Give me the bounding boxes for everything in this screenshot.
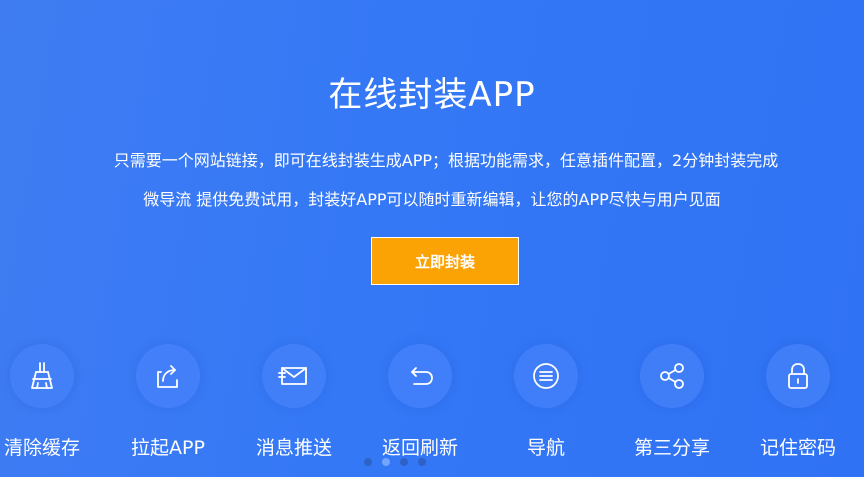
back-refresh-icon <box>388 344 452 408</box>
hero-description-line-1: 只需要一个网站链接，即可在线封装生成APP；根据功能需求，任意插件配置，2分钟封… <box>113 151 779 170</box>
carousel-dot[interactable] <box>418 458 426 466</box>
feature-share[interactable]: 第三分享 <box>612 340 732 460</box>
lock-icon <box>766 344 830 408</box>
feature-label: 消息推送 <box>255 437 332 459</box>
hero-description-line-2: 微导流 提供免费试用，封装好APP可以随时重新编辑，让您的APP尽快与用户见面 <box>143 190 721 209</box>
feature-navigation[interactable]: 导航 <box>486 340 606 460</box>
feature-label: 清除缓存 <box>3 437 80 459</box>
carousel-dot[interactable] <box>364 458 372 466</box>
page-title: 在线封装APP <box>328 75 536 115</box>
wrap-now-button[interactable]: 立即封装 <box>371 237 519 285</box>
feature-back-refresh[interactable]: 返回刷新 <box>360 340 480 460</box>
feature-launch-app[interactable]: 拉起APP <box>108 340 228 460</box>
feature-label: 记住密码 <box>759 437 836 459</box>
launch-app-icon <box>136 344 200 408</box>
broom-icon <box>10 344 74 408</box>
share-icon <box>640 344 704 408</box>
feature-label: 第三分享 <box>633 437 710 459</box>
feature-label: 拉起APP <box>131 437 205 459</box>
feature-label: 导航 <box>526 437 565 459</box>
carousel-dot[interactable] <box>400 458 408 466</box>
feature-remember-password[interactable]: 记住密码 <box>738 340 858 460</box>
feature-message-push[interactable]: 消息推送 <box>234 340 354 460</box>
feature-list: 清除缓存 拉起APP 消息推送 返回刷新 导航 第三分享 记住密码 <box>0 340 864 477</box>
message-icon <box>262 344 326 408</box>
feature-label: 返回刷新 <box>381 437 458 459</box>
menu-icon <box>514 344 578 408</box>
feature-clear-cache[interactable]: 清除缓存 <box>0 340 102 460</box>
carousel-pagination <box>364 458 426 468</box>
carousel-dot-active[interactable] <box>382 458 390 466</box>
